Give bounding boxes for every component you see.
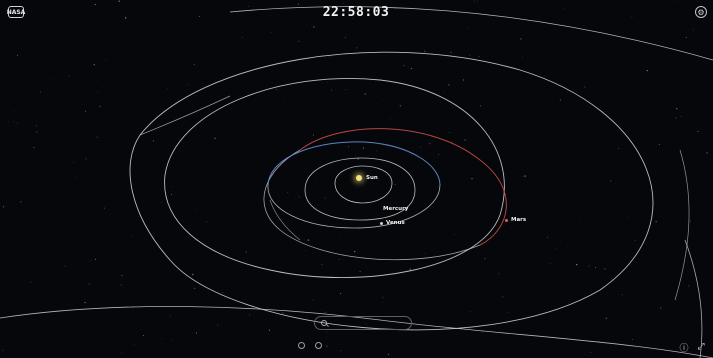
- sun-icon: [356, 175, 362, 181]
- fullscreen-icon[interactable]: ⤢: [695, 341, 707, 353]
- toolbar-item-1[interactable]: [298, 342, 305, 349]
- sun-marker[interactable]: Sun: [356, 175, 378, 181]
- toolbar-item-2-icon: [315, 342, 322, 349]
- search-icon: [321, 320, 327, 326]
- solar-system-viewer[interactable]: NASA 22:58:03 ⚙ ⓘ ⤢ Sun Mercury Venus Ma…: [0, 0, 713, 358]
- orbit-mercury: [334, 165, 393, 204]
- orbit-earth: [267, 141, 441, 186]
- app-logo[interactable]: NASA: [7, 6, 25, 18]
- orbit-mars: [299, 128, 507, 246]
- time-header: 22:58:03: [306, 4, 406, 20]
- orbit-outer-2: [229, 6, 713, 61]
- clock-display: 22:58:03: [322, 5, 390, 20]
- gear-icon[interactable]: ⚙: [695, 6, 707, 18]
- planet-mars[interactable]: Mars: [505, 217, 526, 223]
- planet-venus-label: Venus: [386, 220, 405, 226]
- planet-venus-dot: [380, 221, 383, 225]
- planet-mercury-label: Mercury: [383, 206, 409, 212]
- planet-mercury[interactable]: Mercury: [383, 206, 408, 212]
- toolbar-item-1-icon: [298, 342, 305, 349]
- info-icon[interactable]: ⓘ: [678, 341, 690, 354]
- orbit-mid-ellipse: [164, 78, 505, 278]
- bottom-toolbar: [298, 342, 322, 349]
- planet-mars-dot: [505, 218, 508, 222]
- search-input[interactable]: [314, 316, 412, 330]
- sun-label: Sun: [366, 175, 378, 181]
- orbit-outer-1: [0, 306, 713, 358]
- planet-venus[interactable]: Venus: [380, 220, 405, 226]
- orbit-outer-4: [674, 149, 690, 301]
- orbit-earth-rest: [267, 184, 441, 229]
- planet-mars-label: Mars: [511, 217, 527, 223]
- orbit-large-ellipse: [129, 51, 654, 331]
- toolbar-item-2[interactable]: [315, 342, 322, 349]
- orbit-comet: [139, 95, 231, 136]
